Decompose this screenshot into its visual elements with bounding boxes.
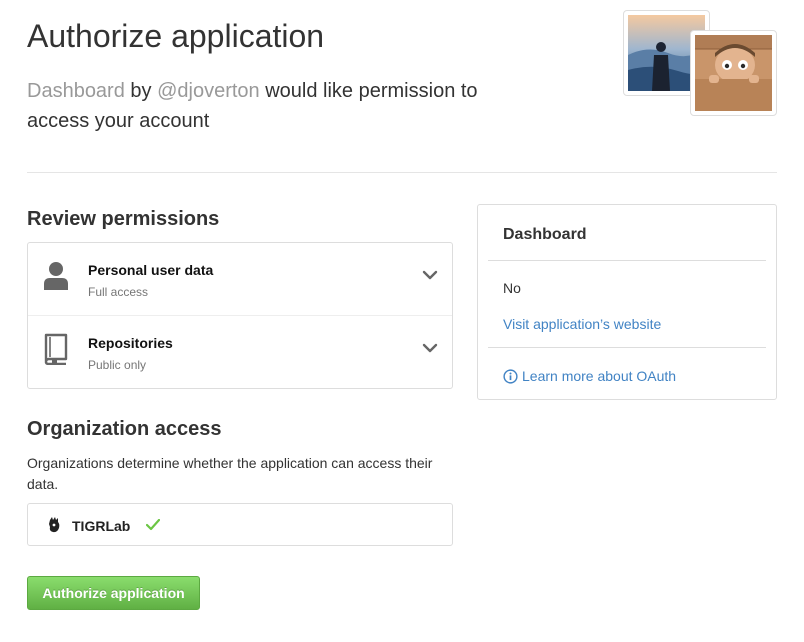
application-name: Dashboard bbox=[503, 226, 587, 243]
page-title: Authorize application bbox=[27, 18, 325, 54]
learn-oauth-link[interactable]: Learn more about OAuth bbox=[503, 368, 676, 384]
header-divider bbox=[27, 172, 777, 173]
permissions-list: Personal user data Full access Repositor… bbox=[27, 242, 453, 389]
learn-oauth-label: Learn more about OAuth bbox=[522, 368, 677, 384]
organization-name: TIGRLab bbox=[72, 518, 131, 534]
panel-divider bbox=[488, 260, 766, 261]
permission-item-user-data[interactable]: Personal user data Full access bbox=[28, 243, 452, 316]
info-icon bbox=[503, 368, 518, 384]
person-icon bbox=[44, 262, 68, 290]
check-icon bbox=[146, 519, 160, 531]
authorize-application-button[interactable]: Authorize application bbox=[27, 576, 200, 610]
org-logo-icon bbox=[49, 517, 60, 533]
chevron-down-icon[interactable] bbox=[422, 267, 438, 283]
permission-name: Personal user data bbox=[88, 262, 214, 278]
avatars bbox=[623, 10, 783, 120]
repo-icon bbox=[44, 333, 68, 365]
permission-request-text: Dashboard by @djoverton would like permi… bbox=[27, 76, 497, 136]
permission-name: Repositories bbox=[88, 335, 173, 351]
organization-item[interactable]: TIGRLab bbox=[27, 503, 453, 546]
review-permissions-title: Review permissions bbox=[27, 208, 220, 230]
chevron-down-icon[interactable] bbox=[422, 340, 438, 356]
application-info-panel: Dashboard No Visit application’s website… bbox=[477, 204, 777, 400]
app-owner: @djoverton bbox=[157, 80, 260, 102]
app-name: Dashboard bbox=[27, 80, 125, 102]
permission-access: Full access bbox=[88, 285, 149, 299]
permission-item-repositories[interactable]: Repositories Public only bbox=[28, 316, 452, 389]
visit-website-link[interactable]: Visit application’s website bbox=[503, 316, 661, 332]
by-text: by bbox=[130, 80, 152, 102]
application-status: No bbox=[503, 280, 521, 296]
user-avatar bbox=[690, 30, 777, 116]
panel-divider bbox=[488, 347, 766, 348]
permission-access: Public only bbox=[88, 358, 147, 372]
user-avatar-image bbox=[695, 35, 772, 111]
organization-description: Organizations determine whether the appl… bbox=[27, 455, 433, 492]
organization-access-title: Organization access bbox=[27, 418, 222, 440]
